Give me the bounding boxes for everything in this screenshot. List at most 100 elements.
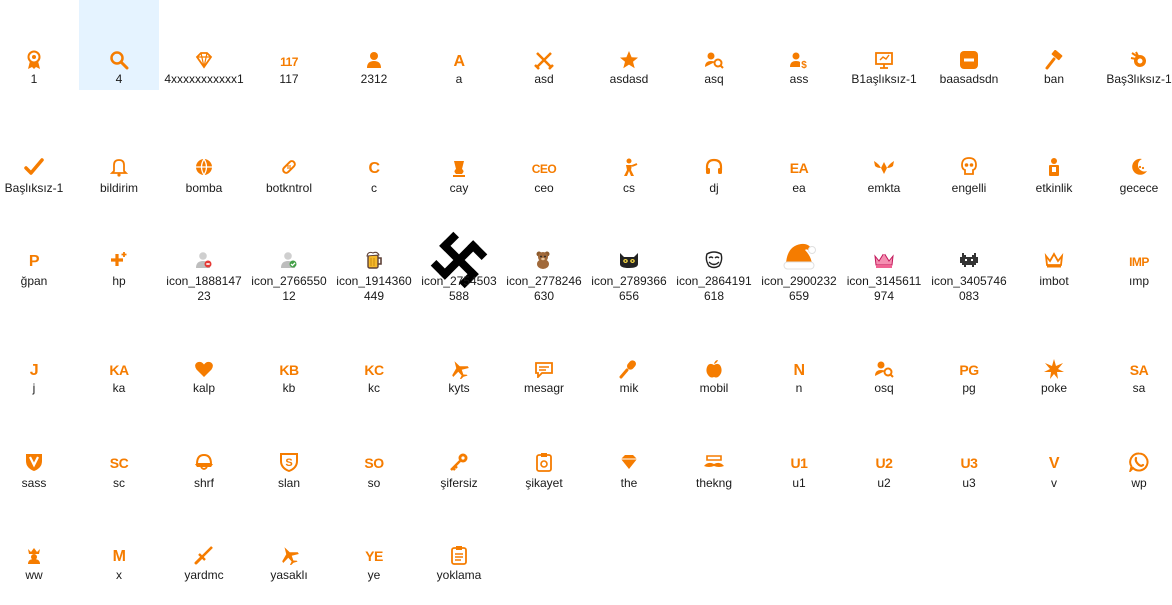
file-name-label: slan: [277, 476, 300, 490]
file-item[interactable]: SO so: [334, 410, 414, 500]
file-item[interactable]: Pğpan: [0, 200, 74, 315]
file-item[interactable]: icon_3145611974: [844, 200, 924, 315]
file-item[interactable]: yardmc: [164, 500, 244, 590]
file-item[interactable]: 117 117: [249, 0, 329, 90]
file-item[interactable]: şifersiz: [419, 410, 499, 500]
file-item[interactable]: Vv: [1014, 410, 1094, 500]
file-item[interactable]: kyts: [419, 315, 499, 405]
file-item[interactable]: icon_2789366656: [589, 200, 669, 315]
file-item[interactable]: wp: [1099, 410, 1172, 500]
file-item[interactable]: icon_2864191618: [674, 200, 754, 315]
file-name-label: emkta: [867, 181, 901, 195]
file-item[interactable]: Cc: [334, 115, 414, 205]
file-item[interactable]: dj: [674, 115, 754, 205]
file-item[interactable]: SA sa: [1099, 315, 1172, 405]
file-item[interactable]: Sslan: [249, 410, 329, 500]
file-item[interactable]: EA ea: [759, 115, 839, 205]
file-item[interactable]: icon_3405746083: [929, 200, 1009, 315]
file-item[interactable]: engelli: [929, 115, 1009, 205]
file-item[interactable]: CEO ceo: [504, 115, 584, 205]
file-item[interactable]: $ ass: [759, 0, 839, 90]
file-item[interactable]: baasadsdn: [929, 0, 1009, 90]
file-item[interactable]: bildirim: [79, 115, 159, 205]
file-item[interactable]: asd: [504, 0, 584, 90]
file-item[interactable]: SC sc: [79, 410, 159, 500]
text-badge-icon: U1: [759, 452, 839, 472]
teddy-bear-icon: [504, 250, 584, 270]
file-item[interactable]: Jj: [0, 315, 74, 405]
file-item[interactable]: the: [589, 410, 669, 500]
file-item[interactable]: icon_2900232659: [759, 200, 839, 315]
file-name-label: icon_2900232659: [761, 274, 837, 303]
file-item[interactable]: icon_1914360449: [334, 200, 414, 315]
file-name-label: bildirim: [99, 181, 138, 195]
file-item[interactable]: cs: [589, 115, 669, 205]
file-name-label: yasaklı: [270, 568, 308, 582]
file-item[interactable]: 4: [79, 0, 159, 90]
file-item[interactable]: asq: [674, 0, 754, 90]
svg-text:IMP: IMP: [1129, 255, 1149, 269]
file-item[interactable]: 2312: [334, 0, 414, 90]
file-item[interactable]: U1 u1: [759, 410, 839, 500]
file-name-label: cay: [449, 181, 469, 195]
file-item[interactable]: Aa: [419, 0, 499, 90]
file-name-label: 1: [30, 72, 38, 86]
file-name-label: kc: [368, 381, 380, 395]
file-item[interactable]: gecece: [1099, 115, 1172, 205]
file-item[interactable]: mik: [589, 315, 669, 405]
file-item[interactable]: cay: [419, 115, 499, 205]
burst-icon: [1014, 359, 1094, 379]
file-item[interactable]: ww: [0, 500, 74, 590]
file-item[interactable]: icon_2754503588: [419, 200, 499, 315]
file-item[interactable]: hp: [79, 200, 159, 315]
file-item[interactable]: mesagr: [504, 315, 584, 405]
file-name-label: sa: [1132, 381, 1146, 395]
mustache-icon: [674, 454, 754, 470]
file-name-label: 4xxxxxxxxxxx1: [164, 72, 244, 86]
file-item[interactable]: sass: [0, 410, 74, 500]
file-item[interactable]: U2 u2: [844, 410, 924, 500]
file-name-label: 117: [279, 72, 299, 86]
file-item[interactable]: Başlıksız-1: [0, 115, 74, 205]
file-item[interactable]: ban: [1014, 0, 1094, 90]
file-item[interactable]: kalp: [164, 315, 244, 405]
file-item[interactable]: Baş3lıksız-1: [1099, 0, 1172, 90]
file-item[interactable]: botkntrol: [249, 115, 329, 205]
file-item[interactable]: shrf: [164, 410, 244, 500]
file-item[interactable]: emkta: [844, 115, 924, 205]
file-item[interactable]: YE ye: [334, 500, 414, 590]
file-item[interactable]: asdasd: [589, 0, 669, 90]
file-item[interactable]: etkinlik: [1014, 115, 1094, 205]
file-item[interactable]: thekng: [674, 410, 754, 500]
file-item[interactable]: 1: [0, 0, 74, 90]
text-badge-icon: PG: [929, 359, 1009, 379]
file-item[interactable]: IMP ımp: [1099, 200, 1172, 315]
file-item[interactable]: mobil: [674, 315, 754, 405]
file-item[interactable]: poke: [1014, 315, 1094, 405]
file-item[interactable]: KC kc: [334, 315, 414, 405]
text-badge-icon: C: [334, 157, 414, 177]
file-item[interactable]: KB kb: [249, 315, 329, 405]
file-item[interactable]: bomba: [164, 115, 244, 205]
file-item[interactable]: Mx: [79, 500, 159, 590]
apple-icon: [674, 359, 754, 379]
file-item[interactable]: PG pg: [929, 315, 1009, 405]
user-search-icon: [844, 359, 924, 379]
file-name-label: yardmc: [184, 568, 224, 582]
file-item[interactable]: şikayet: [504, 410, 584, 500]
file-item[interactable]: icon_188814723: [164, 200, 244, 315]
file-item[interactable]: yasaklı: [249, 500, 329, 590]
svg-text:SA: SA: [1130, 362, 1149, 378]
file-item[interactable]: osq: [844, 315, 924, 405]
file-item[interactable]: KA ka: [79, 315, 159, 405]
file-item[interactable]: yoklama: [419, 500, 499, 590]
file-item[interactable]: imbot: [1014, 200, 1094, 315]
file-item[interactable]: Nn: [759, 315, 839, 405]
file-item[interactable]: U3 u3: [929, 410, 1009, 500]
file-item[interactable]: icon_276655012: [249, 200, 329, 315]
svg-text:A: A: [453, 53, 465, 70]
file-item[interactable]: 4xxxxxxxxxxx1: [164, 0, 244, 90]
file-item[interactable]: icon_2778246630: [504, 200, 584, 315]
file-item[interactable]: B1aşlıksız-1: [844, 0, 924, 90]
svg-text:KC: KC: [364, 362, 384, 378]
